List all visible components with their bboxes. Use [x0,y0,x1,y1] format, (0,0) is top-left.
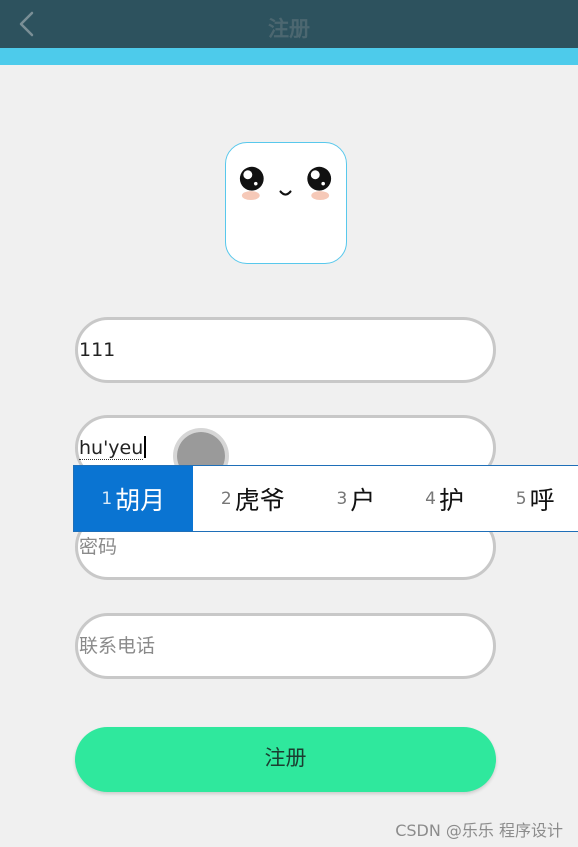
ime-candidate[interactable]: 5 呼 [490,466,578,531]
candidate-number: 4 [425,488,436,509]
phone-placeholder: 联系电话 [79,635,156,657]
candidate-number: 5 [515,488,527,509]
ime-candidate[interactable]: 1 胡月 [74,466,193,531]
candidate-word: 胡月 [115,485,166,515]
ime-candidate[interactable]: 3 户 [313,466,399,531]
ime-candidate-bar: 1 胡月 2 虎爷 3 户 4 护 5 呼 [73,465,578,532]
candidate-number: 1 [101,488,113,509]
watermark: CSDN @乐乐 程序设计 [395,821,563,840]
page-title: 注册 [268,17,310,41]
accent-bar [0,48,578,65]
phone-field[interactable]: 联系电话 [75,613,496,679]
register-button[interactable]: 注册 [75,727,496,792]
candidate-word: 护 [438,485,464,515]
candidate-number: 2 [220,488,232,509]
avatar[interactable] [225,142,347,264]
username-field[interactable]: 111 [75,317,496,383]
kawaii-face-icon [239,166,332,201]
app-header: 注册 [0,0,578,48]
username-value: 111 [79,339,116,361]
ime-candidate[interactable]: 2 虎爷 [193,466,314,531]
candidate-word: 虎爷 [234,485,285,515]
candidate-word: 户 [350,485,376,515]
candidate-word: 呼 [529,485,555,515]
ime-candidate[interactable]: 4 护 [399,466,491,531]
candidate-number: 3 [336,488,348,509]
text-caret [144,436,146,458]
ime-composition-text: hu'yeu [79,437,144,460]
